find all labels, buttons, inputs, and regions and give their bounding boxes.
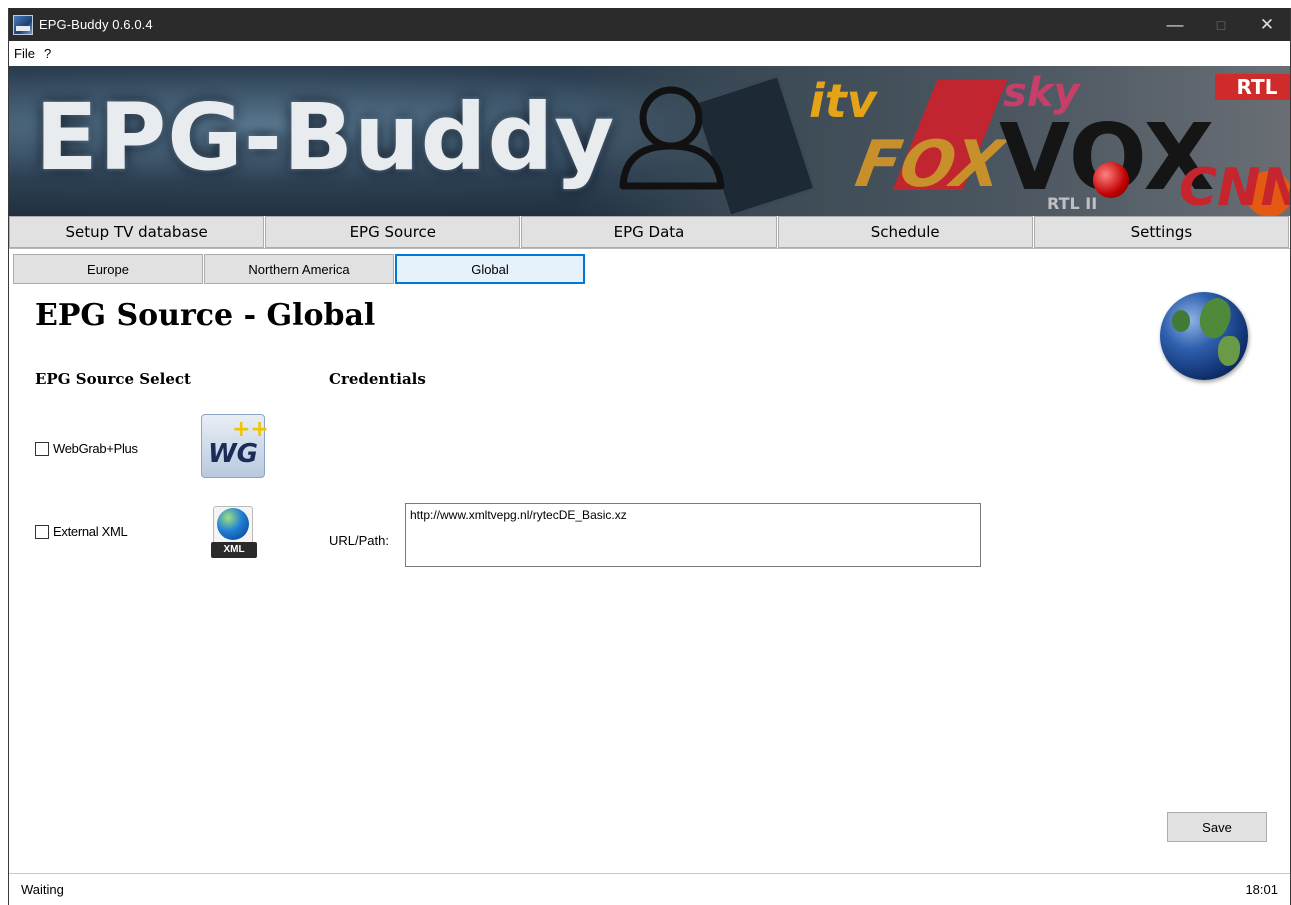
rtl2-logo: RTL II xyxy=(1047,194,1098,213)
menu-file[interactable]: File xyxy=(10,46,39,61)
user-icon xyxy=(619,86,725,190)
webgrab-plus-icon: ++ WG xyxy=(201,414,269,478)
save-button[interactable]: Save xyxy=(1167,812,1267,842)
xml-icon-label: XML xyxy=(211,542,257,558)
webgrab-plus-checkbox[interactable] xyxy=(35,441,49,456)
banner-title: EPG-Buddy xyxy=(35,84,616,191)
url-path-input[interactable]: http://www.xmltvepg.nl/rytecDE_Basic.xz xyxy=(405,503,981,567)
webgrab-plus-label: WebGrab+Plus xyxy=(53,441,138,456)
status-text: Waiting xyxy=(21,882,64,897)
epg-source-select-heading: EPG Source Select xyxy=(35,370,191,388)
cnn-logo: CNN xyxy=(1179,158,1290,216)
region-tab-bar: Europe Northern America Global xyxy=(13,254,586,284)
header-banner: itv FOX sky VOX RTL CNN RTL II EPG-Buddy xyxy=(9,66,1290,216)
status-bar: Waiting 18:01 xyxy=(9,873,1290,905)
app-window: EPG-Buddy 0.6.0.4 — □ ✕ File ? itv FOX s… xyxy=(8,8,1291,905)
maximize-button[interactable]: □ xyxy=(1198,8,1244,41)
tab-epg-source[interactable]: EPG Source xyxy=(265,216,521,248)
webgrab-plus-option[interactable]: WebGrab+Plus xyxy=(35,441,138,456)
window-title: EPG-Buddy 0.6.0.4 xyxy=(39,17,153,32)
vox-ball-graphic xyxy=(1093,162,1129,198)
close-button[interactable]: ✕ xyxy=(1244,8,1290,41)
title-bar[interactable]: EPG-Buddy 0.6.0.4 — □ ✕ xyxy=(9,8,1290,41)
main-tab-bar: Setup TV database EPG Source EPG Data Sc… xyxy=(9,216,1290,249)
external-xml-checkbox[interactable] xyxy=(35,524,49,539)
external-xml-label: External XML xyxy=(53,524,128,539)
window-controls: — □ ✕ xyxy=(1152,8,1290,41)
rtl-logo: RTL xyxy=(1215,74,1290,100)
tab-schedule[interactable]: Schedule xyxy=(777,216,1033,248)
tab-epg-data[interactable]: EPG Data xyxy=(521,216,777,248)
tab-northern-america[interactable]: Northern America xyxy=(204,254,394,284)
fox-logo: FOX xyxy=(850,128,1009,202)
globe-icon xyxy=(1160,292,1248,380)
xml-globe-icon: XML xyxy=(205,504,261,564)
external-xml-option[interactable]: External XML xyxy=(35,524,128,539)
tab-setup-tv-database[interactable]: Setup TV database xyxy=(9,216,265,248)
itv-logo: itv xyxy=(809,74,877,128)
tab-europe[interactable]: Europe xyxy=(13,254,203,284)
url-path-label: URL/Path: xyxy=(329,533,389,548)
menu-help[interactable]: ? xyxy=(40,46,55,61)
app-icon xyxy=(13,14,33,35)
minimize-button[interactable]: — xyxy=(1152,8,1198,41)
menu-bar: File ? xyxy=(9,41,1290,66)
page-title: EPG Source - Global xyxy=(35,298,376,333)
wg-text: WG xyxy=(208,439,259,469)
status-time: 18:01 xyxy=(1245,882,1278,897)
tab-settings[interactable]: Settings xyxy=(1033,216,1290,248)
credentials-heading: Credentials xyxy=(329,370,426,388)
tab-global[interactable]: Global xyxy=(395,254,585,284)
